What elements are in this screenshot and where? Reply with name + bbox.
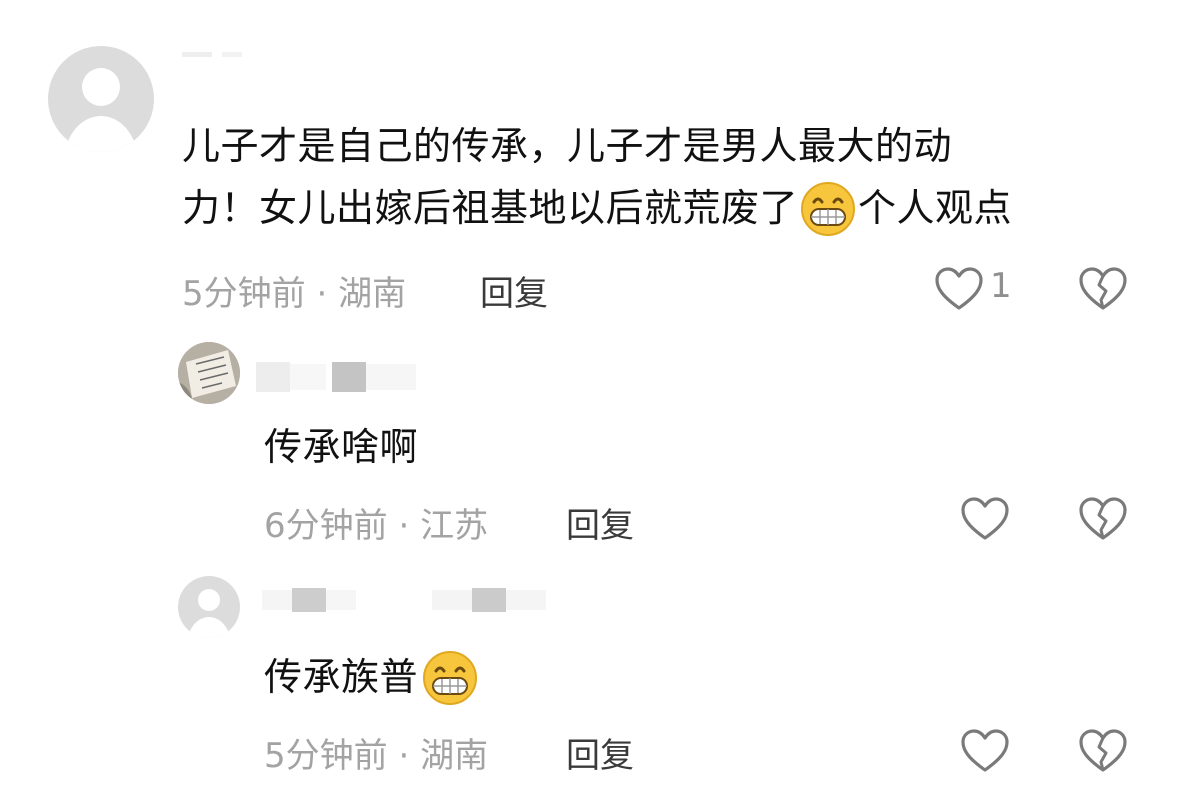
dislike-button[interactable] [1078,266,1128,312]
comment-meta: 5分钟前 · 湖南 [182,266,406,315]
separator-dot: · [305,274,339,314]
dislike-button[interactable] [1078,496,1128,542]
like-count: 1 [990,266,1012,306]
reply-button[interactable]: 回复 [566,498,634,547]
broken-heart-icon [1078,497,1128,546]
grinning-teeth-emoji-icon [422,650,478,706]
comment-text-line1: 儿子才是自己的传承，儿子才是男人最大的动 [182,124,953,168]
separator-dot: · [387,506,421,546]
like-button[interactable] [960,496,1010,542]
reply-time: 5分钟前 [264,736,388,776]
like-button[interactable]: 1 [934,266,1024,312]
heart-outline-icon [960,497,1010,546]
reply-text: 传承啥啊 [264,425,419,469]
reply-username-redacted[interactable] [262,588,552,612]
avatar[interactable] [48,46,154,152]
reply-text: 传承族普 [264,646,478,710]
reply-location: 江苏 [420,506,489,546]
reply-meta: 5分钟前 · 湖南 [264,728,488,777]
grinning-teeth-emoji-icon [800,181,856,237]
username-redacted[interactable] [182,50,252,60]
heart-outline-icon [934,266,984,316]
comment-location: 湖南 [338,274,407,314]
separator-dot: · [387,736,421,776]
comment-time: 5分钟前 [182,274,306,314]
reply-avatar[interactable] [178,342,240,404]
reply-time: 6分钟前 [264,506,388,546]
heart-outline-icon [960,729,1010,778]
comment-text-line2: 力！女儿出嫁后祖基地以后就荒废了 个人观点 [182,177,1142,241]
broken-heart-icon [1078,267,1128,316]
comment-text: 儿子才是自己的传承，儿子才是男人最大的动 力！女儿出嫁后祖基地以后就荒废了 个人… [182,115,1142,241]
reply-button[interactable]: 回复 [566,728,634,777]
reply-avatar[interactable] [178,576,240,638]
reply-location: 湖南 [420,736,489,776]
reply-button[interactable]: 回复 [480,266,548,315]
reply-meta: 6分钟前 · 江苏 [264,498,488,547]
dislike-button[interactable] [1078,728,1128,774]
like-button[interactable] [960,728,1010,774]
reply-username-redacted[interactable] [256,360,416,392]
broken-heart-icon [1078,729,1128,778]
